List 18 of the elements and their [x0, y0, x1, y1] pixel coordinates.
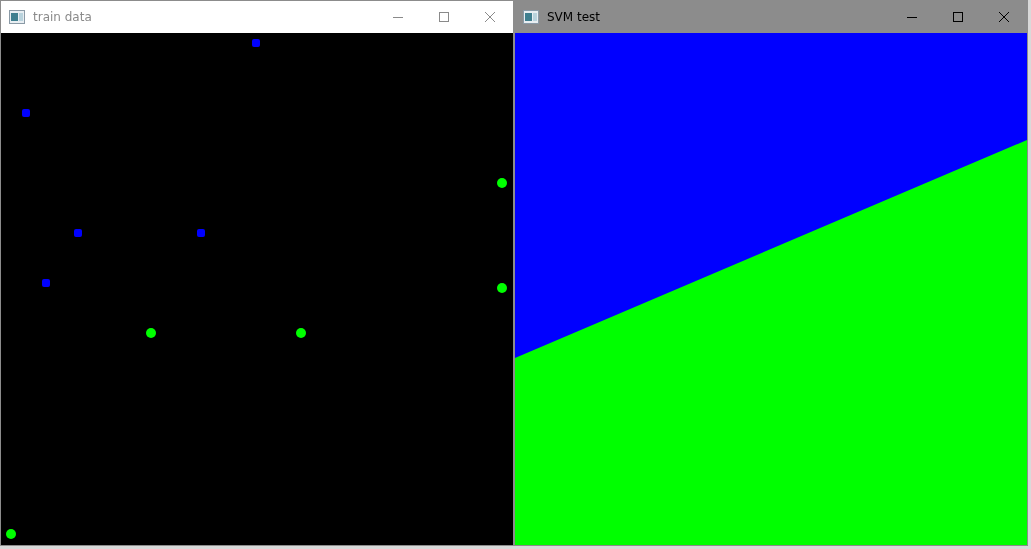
data-point [497, 283, 507, 293]
data-point [146, 328, 156, 338]
data-point [497, 178, 507, 188]
window-title: train data [33, 9, 92, 25]
close-icon [999, 12, 1009, 22]
data-point [22, 109, 30, 117]
data-point [296, 328, 306, 338]
data-point [197, 229, 205, 237]
window-title: SVM test [547, 9, 601, 25]
app-icon [523, 10, 539, 24]
data-point [42, 279, 50, 287]
close-icon [485, 12, 495, 22]
maximize-icon [439, 12, 449, 22]
data-point [252, 39, 260, 47]
data-point [6, 529, 16, 539]
data-point [74, 229, 82, 237]
maximize-icon [953, 12, 963, 22]
app-icon [9, 10, 25, 24]
